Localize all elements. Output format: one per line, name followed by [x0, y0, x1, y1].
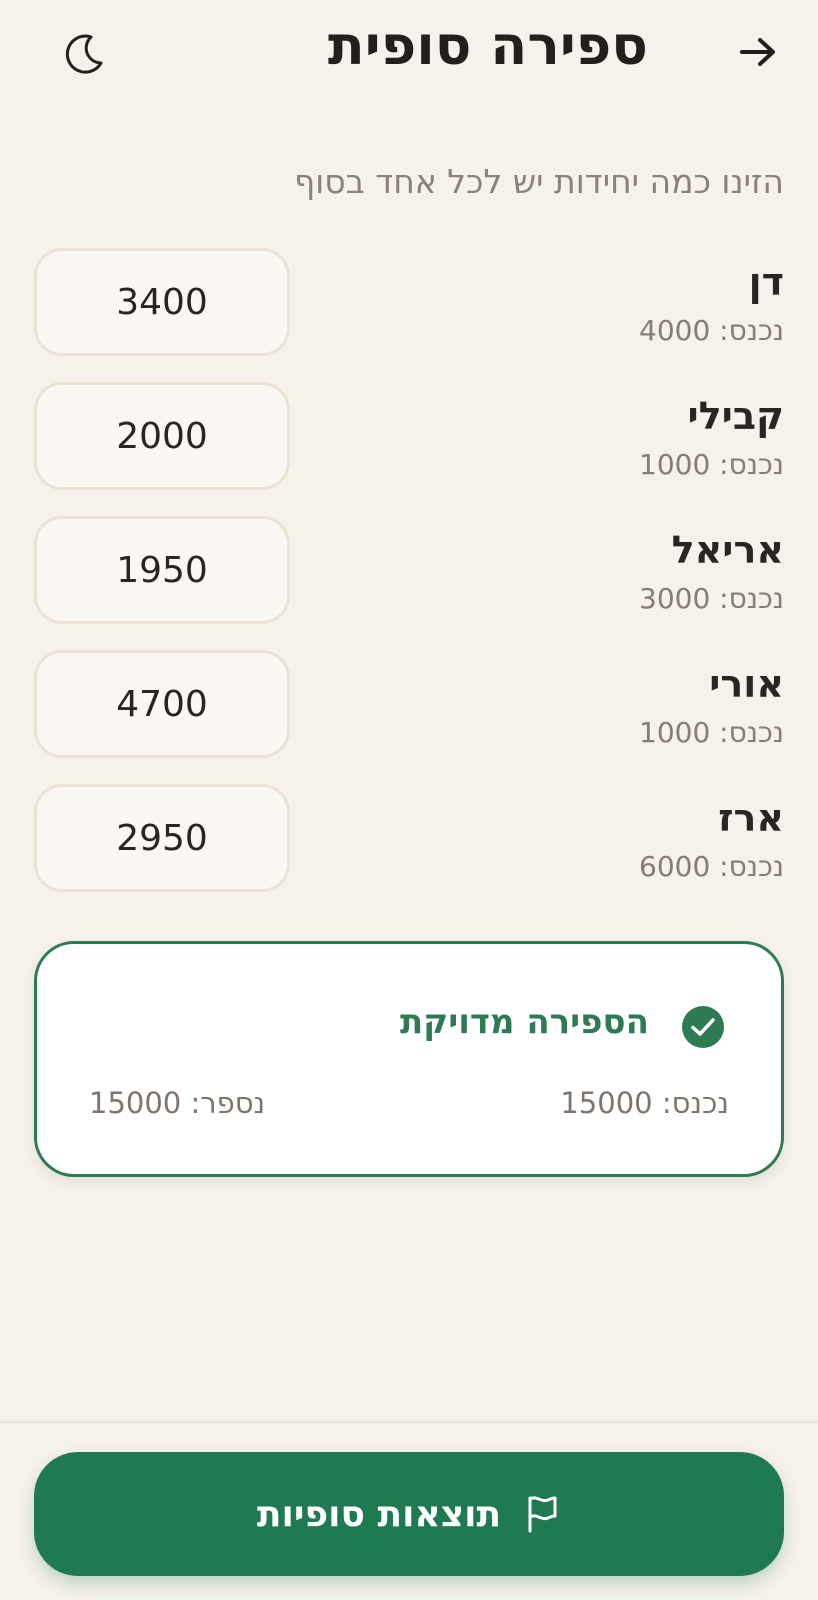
player-name: דן	[748, 260, 784, 304]
header: ספירה סופית	[0, 0, 818, 110]
arrow-right-icon	[740, 38, 775, 66]
footer-divider	[0, 1421, 818, 1423]
final-results-button[interactable]: תוצאות סופיות	[34, 1452, 784, 1576]
player-row: אורי נכנס: 1000	[34, 650, 784, 758]
page-title: ספירה סופית	[327, 14, 648, 77]
final-count-input[interactable]	[34, 248, 290, 356]
check-circle-icon	[682, 1006, 724, 1048]
player-name: קבילי	[687, 394, 784, 438]
final-count-screen: ספירה סופית הזינו כמה יחידות יש לכל אחד …	[0, 0, 818, 1600]
instructions-text: הזינו כמה יחידות יש לכל אחד בסוף	[294, 162, 784, 201]
player-row: ארז נכנס: 6000	[34, 784, 784, 892]
player-row: דן נכנס: 4000	[34, 248, 784, 356]
player-buy-in: נכנס: 4000	[639, 314, 784, 347]
theme-toggle-button[interactable]	[52, 22, 116, 86]
player-name: אריאל	[671, 528, 784, 572]
player-row: קבילי נכנס: 1000	[34, 382, 784, 490]
final-count-input[interactable]	[34, 516, 290, 624]
player-list: דן נכנס: 4000 קבילי נכנס: 1000 אריאל נכנ…	[34, 248, 784, 918]
final-results-label: תוצאות סופיות	[256, 1493, 502, 1535]
player-name: אורי	[709, 662, 784, 706]
final-count-input[interactable]	[34, 784, 290, 892]
back-button[interactable]	[728, 22, 788, 82]
count-summary-card: הספירה מדויקת נכנס: 15000 נספר: 15000	[34, 941, 784, 1177]
final-count-input[interactable]	[34, 382, 290, 490]
player-buy-in: נכנס: 1000	[639, 448, 784, 481]
player-buy-in: נכנס: 3000	[639, 582, 784, 615]
final-count-input[interactable]	[34, 650, 290, 758]
player-name: ארז	[718, 796, 784, 840]
moon-icon	[65, 34, 103, 74]
player-buy-in: נכנס: 6000	[639, 850, 784, 883]
total-counted-text: נספר: 15000	[89, 1086, 266, 1120]
player-buy-in: נכנס: 1000	[639, 716, 784, 749]
count-status-text: הספירה מדויקת	[399, 1002, 649, 1042]
player-row: אריאל נכנס: 3000	[34, 516, 784, 624]
flag-icon	[528, 1496, 557, 1533]
total-in-text: נכנס: 15000	[560, 1086, 729, 1120]
